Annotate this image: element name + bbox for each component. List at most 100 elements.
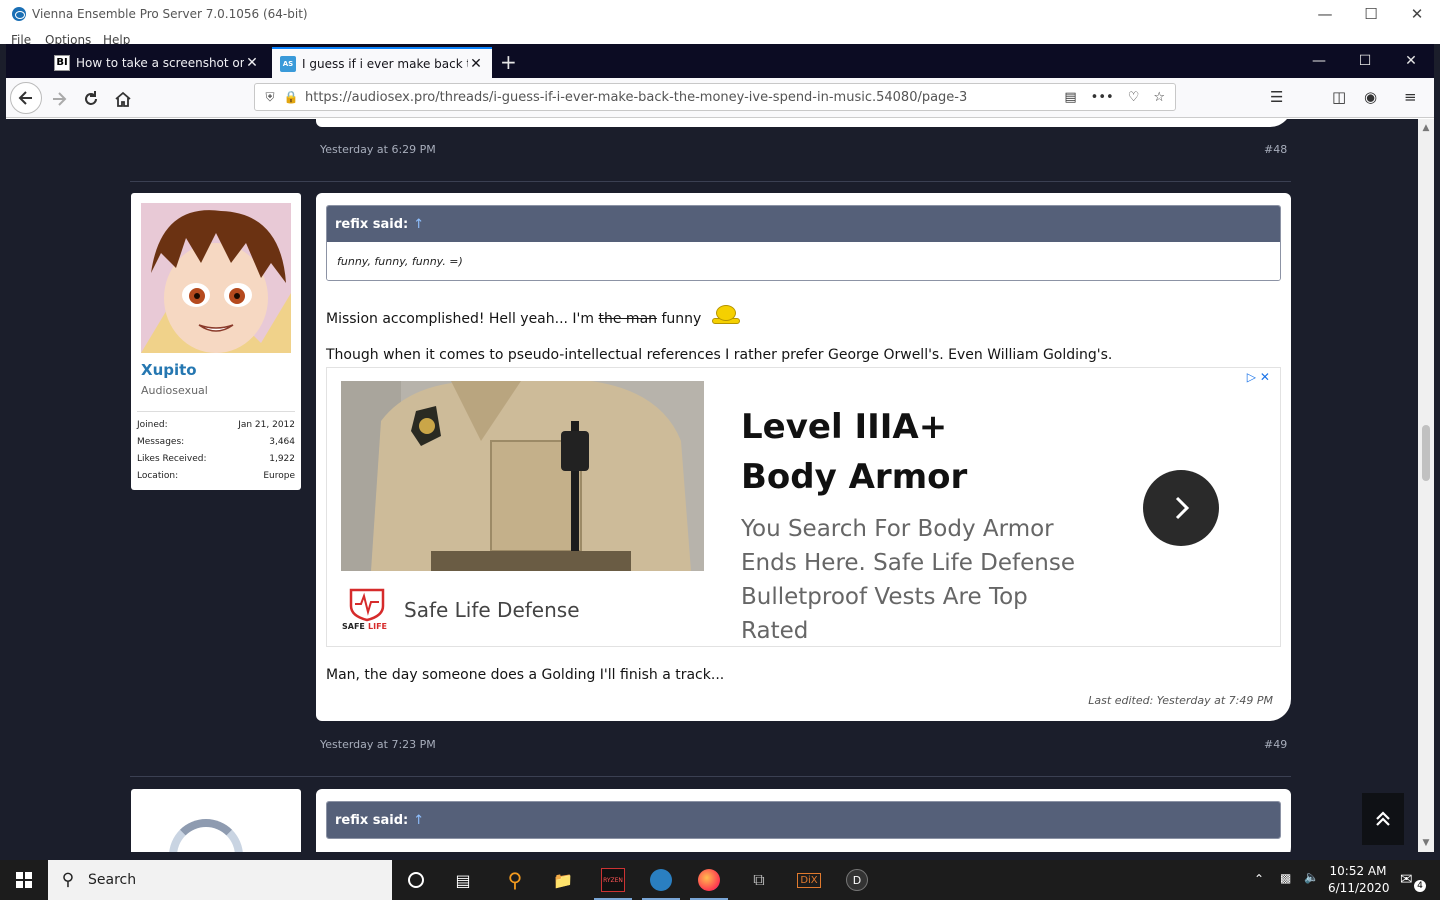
logo-text: LIFE xyxy=(368,622,387,631)
search-magnifier-app-icon[interactable]: ⚲ xyxy=(492,860,538,900)
account-icon[interactable]: ◉ xyxy=(1364,88,1377,106)
outer-close-button[interactable]: ✕ xyxy=(1394,0,1440,28)
outer-minimize-button[interactable]: — xyxy=(1302,0,1348,28)
stat-label: Messages: xyxy=(137,436,185,447)
address-bar[interactable]: ⛨ 🔒 https://audiosex.pro/threads/i-guess… xyxy=(254,83,1176,111)
vienna-ensemble-logo-icon xyxy=(12,7,26,21)
stat-value: Europe xyxy=(263,470,295,481)
ad-open-button[interactable] xyxy=(1143,470,1219,546)
ad-headline[interactable]: Level IIIA+ Body Armor xyxy=(741,402,1041,502)
jump-to-quote-icon[interactable]: ↑ xyxy=(413,813,424,828)
ad-brand-name[interactable]: Safe Life Defense xyxy=(404,598,580,622)
tab-audiosex-thread[interactable]: AS I guess if i ever make back the money… xyxy=(272,47,492,78)
audiosex-favicon-icon: AS xyxy=(280,55,296,72)
quote-text: funny, funny, funny. =) xyxy=(327,242,1280,280)
stat-row: Location: Europe xyxy=(137,467,295,484)
library-icon[interactable]: ☰ xyxy=(1270,88,1283,106)
browser-minimize-button[interactable]: — xyxy=(1296,44,1342,78)
cortana-icon[interactable] xyxy=(393,860,439,900)
reader-view-icon[interactable]: ▤ xyxy=(1064,90,1076,105)
back-button[interactable] xyxy=(10,82,42,114)
forward-arrow-icon xyxy=(53,92,67,106)
post-divider xyxy=(130,776,1291,777)
browser-close-button[interactable]: ✕ xyxy=(1388,44,1434,78)
double-chevron-up-icon xyxy=(1376,811,1390,826)
home-button[interactable] xyxy=(108,84,138,114)
post-number[interactable]: #48 xyxy=(1264,143,1287,156)
scroll-down-arrow-icon[interactable]: ▼ xyxy=(1418,838,1434,848)
page-viewport: Yesterday at 6:29 PM #48 Xupito Audiosex… xyxy=(6,119,1434,852)
scroll-up-arrow-icon[interactable]: ▲ xyxy=(1418,123,1434,133)
file-explorer-icon[interactable]: 📁 xyxy=(540,860,586,900)
lock-icon[interactable]: 🔒 xyxy=(281,90,301,104)
advertisement[interactable]: SAFE LIFE Safe Life Defense Level IIIA+ … xyxy=(326,367,1281,647)
quote-header: refix said: ↑ xyxy=(327,206,1280,242)
post-time[interactable]: Yesterday at 7:23 PM xyxy=(320,738,436,751)
quote-author[interactable]: refix said: xyxy=(335,813,408,828)
d-app-icon[interactable]: D xyxy=(834,860,880,900)
quote-author[interactable]: refix said: xyxy=(335,217,408,232)
new-tab-button[interactable]: + xyxy=(500,50,517,74)
scroll-to-top-button[interactable] xyxy=(1362,793,1404,845)
chevron-right-icon xyxy=(1175,496,1190,520)
loading-avatar-icon xyxy=(169,819,243,852)
windows-logo-icon xyxy=(16,872,32,888)
page-actions-icon[interactable]: ••• xyxy=(1091,90,1114,105)
ad-description[interactable]: You Search For Body Armor Ends Here. Saf… xyxy=(741,512,1101,648)
browser-maximize-button[interactable]: ☐ xyxy=(1342,44,1388,78)
safe-life-defense-logo[interactable]: SAFE LIFE xyxy=(341,586,393,632)
vienna-ensemble-taskbar-icon[interactable] xyxy=(638,860,684,900)
sidebar-icon[interactable]: ◫ xyxy=(1332,88,1346,106)
anime-avatar-image xyxy=(141,203,291,353)
dix-app-icon[interactable]: DiX xyxy=(786,860,832,900)
show-hidden-icons-chevron-up-icon[interactable]: ⌃ xyxy=(1254,872,1264,886)
ryzen-master-icon[interactable]: RYZEN xyxy=(590,860,636,900)
ryzen-label: RYZEN xyxy=(601,868,625,892)
snipping-tool-icon[interactable]: ⧉ xyxy=(736,860,782,900)
start-button[interactable] xyxy=(0,860,48,900)
business-insider-favicon-icon: BI xyxy=(54,54,70,71)
close-tab-icon[interactable]: ✕ xyxy=(468,56,484,72)
avatar[interactable] xyxy=(141,203,291,353)
pocket-icon[interactable]: ♡ xyxy=(1128,90,1140,105)
menu-help[interactable]: Help xyxy=(103,33,130,44)
stat-value[interactable]: 3,464 xyxy=(269,437,295,447)
page-scrollbar[interactable]: ▲ ▼ xyxy=(1418,119,1434,852)
tab-label: I guess if i ever make back the money xyxy=(302,56,468,71)
taskbar-search-box[interactable]: ⚲ Search xyxy=(48,860,392,900)
tracking-protection-shield-icon[interactable]: ⛨ xyxy=(259,90,281,105)
jump-to-quote-icon[interactable]: ↑ xyxy=(413,217,424,232)
post-time[interactable]: Yesterday at 6:29 PM xyxy=(320,143,436,156)
bookmark-star-icon[interactable]: ☆ xyxy=(1153,90,1165,105)
task-view-icon[interactable]: ▤ xyxy=(440,860,486,900)
ad-choices-icon[interactable]: ▷✕ xyxy=(1247,370,1274,384)
forward-button[interactable] xyxy=(44,84,74,114)
post-number[interactable]: #49 xyxy=(1264,738,1287,751)
close-tab-icon[interactable]: ✕ xyxy=(244,55,260,71)
tab-bar: BI How to take a screenshot on Windows ✕… xyxy=(6,44,1434,78)
clock[interactable]: 10:52 AM 6/11/2020 xyxy=(1328,863,1390,897)
menu-options[interactable]: Options xyxy=(45,33,91,44)
firefox-taskbar-icon[interactable] xyxy=(686,860,732,900)
previous-post-body xyxy=(316,119,1292,127)
username[interactable]: Xupito xyxy=(141,361,197,379)
stat-label: Likes Received: xyxy=(137,453,207,464)
reload-button[interactable] xyxy=(76,84,106,114)
url-text[interactable]: https://audiosex.pro/threads/i-guess-if-… xyxy=(301,90,1064,105)
volume-icon[interactable]: 🔈 xyxy=(1304,870,1319,884)
action-center-icon[interactable]: ✉ xyxy=(1400,870,1413,888)
tab-business-insider[interactable]: BI How to take a screenshot on Windows ✕ xyxy=(46,47,268,78)
strikethrough-text: the man xyxy=(598,311,658,327)
ad-photo[interactable] xyxy=(341,381,704,571)
logo-text: SAFE xyxy=(342,622,365,631)
scrollbar-thumb[interactable] xyxy=(1422,425,1430,481)
menu-file[interactable]: File xyxy=(11,33,31,44)
post-body: refix said: ↑ funny, funny, funny. =) Mi… xyxy=(316,193,1291,721)
post-body: refix said: ↑ xyxy=(316,789,1291,852)
stat-value: 1,922 xyxy=(269,453,295,464)
network-icon[interactable]: ▩ xyxy=(1280,871,1291,885)
quote-header: refix said: ↑ xyxy=(327,802,1280,838)
message-line: Though when it comes to pseudo-intellect… xyxy=(326,347,1113,363)
outer-maximize-button[interactable]: ☐ xyxy=(1348,0,1394,28)
app-menu-icon[interactable]: ≡ xyxy=(1404,88,1417,106)
